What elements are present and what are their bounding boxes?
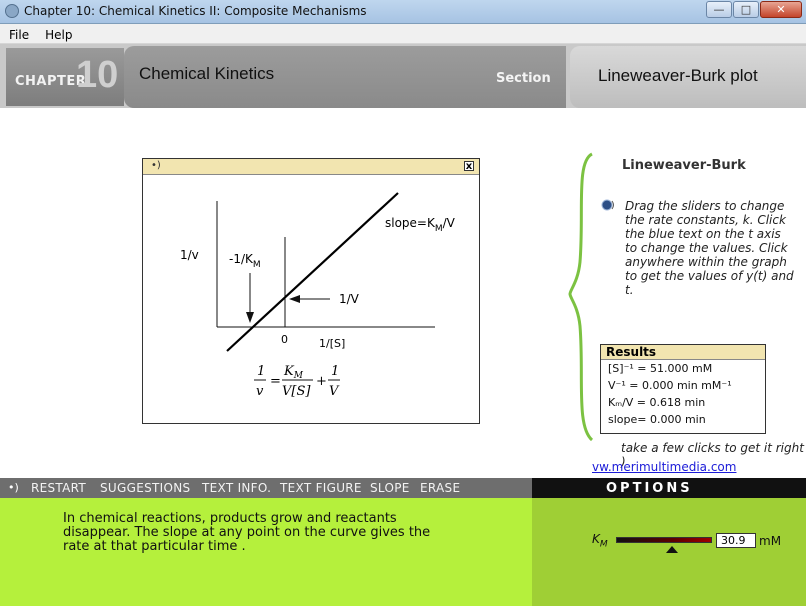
y-axis-label: 1/v [180, 248, 199, 262]
maximize-icon: □ [740, 3, 752, 16]
menu-file[interactable]: File [0, 25, 36, 42]
chapter-badge: CHAPTER 10 [6, 48, 124, 106]
km-slider-thumb[interactable] [666, 546, 678, 553]
eq-rhs-numerator: 1 [331, 364, 339, 379]
text-figure-button[interactable]: TEXT FIGURE [280, 481, 362, 495]
description-panel: In chemical reactions, products grow and… [0, 498, 532, 606]
window-titlebar: Chapter 10: Chemical Kinetics II: Compos… [0, 0, 806, 24]
results-panel: Results [S]⁻¹ = 51.000 mM V⁻¹ = 0.000 mi… [600, 344, 766, 434]
graph-close-icon[interactable]: x [464, 161, 474, 172]
result-row: [S]⁻¹ = 51.000 mM [608, 362, 713, 375]
options-bar: OPTIONS [532, 478, 806, 498]
close-icon: ✕ [776, 3, 786, 16]
description-text: In chemical reactions, products grow and… [63, 511, 431, 554]
close-button[interactable]: ✕ [760, 1, 802, 18]
speaker-icon[interactable]: •) [8, 481, 19, 494]
result-row: slope= 0.000 min [608, 413, 706, 426]
menu-help[interactable]: Help [36, 25, 79, 42]
intercept-arrow-head [289, 295, 300, 303]
minimize-icon: — [713, 3, 725, 16]
lineweaver-burk-equation: 1 v = KM V[S] + 1 V [254, 364, 340, 399]
instruction-text: Drag the sliders to change the rate cons… [625, 199, 794, 297]
graph-window-titlebar: •) x [143, 159, 479, 175]
km-slider-label: KM [592, 532, 608, 550]
slope-button[interactable]: SLOPE [370, 481, 410, 495]
result-row: Kₘ/V = 0.618 min [608, 396, 706, 409]
section-title: Lineweaver-Burk plot [598, 66, 758, 85]
km-value-input[interactable]: 30.9 [716, 533, 756, 548]
app-icon [5, 4, 19, 18]
options-label: OPTIONS [606, 481, 693, 496]
menu-bar: File Help [0, 24, 806, 44]
chapter-header: CHAPTER 10 Chemical Kinetics Section Lin… [0, 44, 806, 108]
window-title: Chapter 10: Chemical Kinetics II: Compos… [24, 4, 367, 18]
eq-lhs-denominator: v [256, 384, 264, 399]
page-title: Chemical Kinetics [139, 64, 275, 83]
minimize-button[interactable]: — [706, 1, 732, 18]
lineweaver-burk-diagram[interactable]: 1/v -1/KM slope=KM/V 1/V 0 1/[S] 1 v = K… [143, 175, 479, 423]
section-label: Section [496, 71, 551, 86]
erase-button[interactable]: ERASE [420, 481, 460, 495]
km-arrow-head [246, 312, 254, 323]
speaker-icon[interactable] [600, 198, 616, 212]
km-intercept-label: -1/KM [229, 252, 261, 270]
eq-mid-denominator: V[S] [282, 384, 311, 399]
header-title-block: Chemical Kinetics Section [124, 46, 566, 108]
window-controls: — □ ✕ [706, 1, 802, 18]
x-axis-label: 1/[S] [319, 337, 345, 350]
eq-lhs-numerator: 1 [257, 364, 265, 379]
text-info-button[interactable]: TEXT INFO. [202, 481, 271, 495]
results-header: Results [601, 345, 765, 360]
restart-button[interactable]: RESTART [31, 481, 86, 495]
eq-plus: + [316, 374, 327, 389]
panel-title: Lineweaver-Burk [622, 158, 746, 173]
graph-window[interactable]: •) x 1/v -1/KM slope=KM/V 1/V 0 1/[S] 1 [142, 158, 480, 424]
nav-bar: •) RESTART SUGGESTIONS TEXT INFO. TEXT F… [0, 478, 532, 498]
result-row: V⁻¹ = 0.000 min mM⁻¹ [608, 379, 732, 392]
maximize-button[interactable]: □ [733, 1, 759, 18]
eq-rhs-denominator: V [329, 384, 340, 399]
speaker-icon[interactable]: •) [151, 160, 161, 171]
website-link[interactable]: vw.merimultimedia.com [592, 460, 736, 474]
suggestions-button[interactable]: SUGGESTIONS [100, 481, 190, 495]
slope-label: slope=KM/V [385, 216, 456, 234]
zero-label: 0 [281, 333, 288, 346]
km-unit-label: mM [759, 534, 782, 548]
content-area: •) x 1/v -1/KM slope=KM/V 1/V 0 1/[S] 1 [0, 108, 806, 478]
km-slider-track[interactable] [616, 537, 712, 543]
eq-mid-numerator: KM [283, 364, 304, 381]
section-title-block: Lineweaver-Burk plot [570, 46, 806, 108]
chapter-number: 10 [76, 54, 119, 96]
intercept-label: 1/V [339, 292, 360, 306]
eq-equals: = [270, 374, 281, 389]
